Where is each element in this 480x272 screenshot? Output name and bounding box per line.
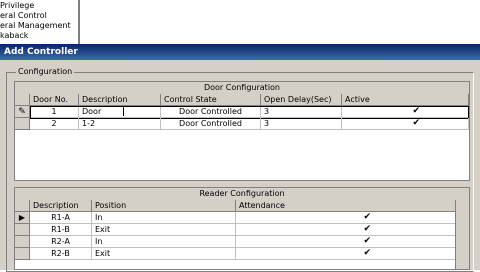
column-header-open-delay[interactable]: Open Delay(Sec): [261, 94, 342, 106]
row-selector[interactable]: [15, 224, 30, 236]
column-header-description[interactable]: Description: [30, 200, 92, 212]
attendance-checkbox[interactable]: ✔: [236, 224, 457, 236]
add-controller-dialog: Add Controller Configuration Door Config…: [0, 44, 480, 272]
column-header-control-state[interactable]: Control State: [161, 94, 261, 106]
column-header-active[interactable]: Active: [342, 94, 469, 106]
open-delay-cell[interactable]: 3: [261, 106, 342, 118]
active-checkbox[interactable]: ✔: [342, 106, 469, 118]
text-cursor-icon: [123, 107, 124, 116]
column-header-description[interactable]: Description: [79, 94, 161, 106]
column-header-position[interactable]: Position: [92, 200, 236, 212]
row-selector[interactable]: [15, 236, 30, 248]
door-no-cell[interactable]: 1: [30, 106, 79, 118]
current-row-arrow-icon: ▶: [15, 212, 30, 224]
door-configuration-grid[interactable]: Door Configuration Door No. Description …: [14, 81, 470, 181]
attendance-checkbox[interactable]: ✔: [236, 248, 457, 260]
tree-item[interactable]: eral Management: [0, 21, 71, 30]
control-state-cell[interactable]: Door Controlled: [161, 106, 261, 118]
attendance-checkbox[interactable]: ✔: [236, 236, 457, 248]
reader-position-cell[interactable]: Exit: [92, 224, 236, 236]
description-cell[interactable]: 1-2: [79, 118, 161, 130]
column-header-door-no[interactable]: Door No.: [30, 94, 79, 106]
reader-description-cell[interactable]: R2-A: [30, 236, 92, 248]
vertical-scrollbar[interactable]: [455, 200, 469, 269]
background-tree-panel: Privilege eral Control eral Management k…: [0, 0, 80, 45]
reader-position-cell[interactable]: In: [92, 236, 236, 248]
reader-configuration-grid[interactable]: Reader Configuration Description Positio…: [14, 187, 470, 270]
reader-position-cell[interactable]: Exit: [92, 248, 236, 260]
configuration-group-label: Configuration: [16, 67, 75, 76]
column-header-attendance[interactable]: Attendance: [236, 200, 457, 212]
reader-description-cell[interactable]: R1-B: [30, 224, 92, 236]
row-selector[interactable]: [15, 248, 30, 260]
open-delay-cell[interactable]: 3: [261, 118, 342, 130]
edit-row-pencil-icon: ✎: [15, 106, 30, 118]
description-cell-editing[interactable]: Door: [79, 106, 161, 118]
tree-item[interactable]: eral Control: [0, 11, 47, 20]
attendance-checkbox[interactable]: ✔: [236, 212, 457, 224]
tree-item[interactable]: Privilege: [0, 1, 34, 10]
reader-description-cell[interactable]: R2-B: [30, 248, 92, 260]
reader-position-cell[interactable]: In: [92, 212, 236, 224]
door-no-cell[interactable]: 2: [30, 118, 79, 130]
row-selector[interactable]: [15, 118, 30, 130]
row-selector-header: [15, 94, 30, 106]
reader-description-cell[interactable]: R1-A: [30, 212, 92, 224]
active-checkbox[interactable]: ✔: [342, 118, 469, 130]
control-state-cell[interactable]: Door Controlled: [161, 118, 261, 130]
dialog-title: Add Controller: [0, 44, 480, 60]
tree-item[interactable]: kaback: [0, 31, 28, 40]
row-selector-header: [15, 200, 30, 212]
